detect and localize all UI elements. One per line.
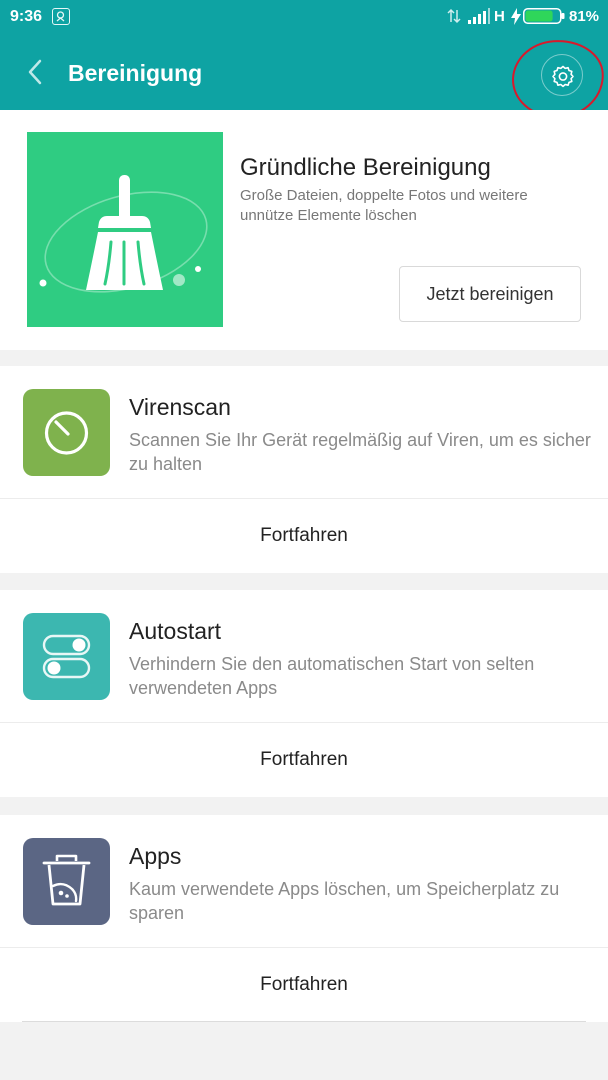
status-time: 9:36 xyxy=(10,8,43,25)
notification-icon xyxy=(52,8,70,25)
deep-cleanup-section: Gründliche Bereinigung Große Dateien, do… xyxy=(0,110,608,350)
autostart-continue-button[interactable]: Fortfahren xyxy=(0,723,608,797)
back-icon xyxy=(28,59,42,85)
virus-scan-icon-tile xyxy=(23,389,110,476)
virus-scan-continue-button[interactable]: Fortfahren xyxy=(0,499,608,573)
autostart-icon-tile xyxy=(23,613,110,700)
apps-icon-tile xyxy=(23,838,110,925)
signal-icon xyxy=(468,8,490,24)
virus-scan-description: Scannen Sie Ihr Gerät regelmäßig auf Vir… xyxy=(129,430,591,474)
app-bar: Bereinigung xyxy=(0,34,608,110)
battery-percent: 81% xyxy=(569,8,600,25)
autostart-description: Verhindern Sie den automatischen Start v… xyxy=(129,654,535,698)
deep-cleanup-title: Gründliche Bereinigung xyxy=(240,154,491,181)
virus-scan-icon xyxy=(44,411,89,455)
divider xyxy=(22,1021,586,1022)
clean-now-button[interactable]: Jetzt bereinigen xyxy=(399,266,581,322)
apps-description: Kaum verwendete Apps löschen, um Speiche… xyxy=(129,879,560,923)
virus-scan-card: Virenscan Scannen Sie Ihr Gerät regelmäß… xyxy=(0,366,608,573)
trash-bin-icon xyxy=(42,854,91,906)
settings-icon xyxy=(552,65,574,88)
network-type: H xyxy=(494,8,505,25)
data-transfer-icon xyxy=(447,8,461,24)
battery-icon xyxy=(523,8,565,24)
apps-continue-button[interactable]: Fortfahren xyxy=(0,948,608,1022)
charging-icon xyxy=(511,8,521,25)
page-title: Bereinigung xyxy=(68,60,203,86)
back-button[interactable] xyxy=(22,56,50,88)
apps-title: Apps xyxy=(129,843,182,869)
status-bar: 9:36 H 81% xyxy=(0,0,608,34)
apps-card: Apps Kaum verwendete Apps löschen, um Sp… xyxy=(0,815,608,1022)
autostart-title: Autostart xyxy=(129,618,222,644)
virus-scan-title: Virenscan xyxy=(129,394,231,420)
toggle-switches-icon xyxy=(42,634,91,679)
broom-illustration xyxy=(27,132,223,327)
broom-icon xyxy=(39,175,208,293)
deep-cleanup-description: Große Dateien, doppelte Fotos und weiter… xyxy=(240,187,528,224)
settings-button[interactable] xyxy=(541,54,583,96)
autostart-card: Autostart Verhindern Sie den automatisch… xyxy=(0,590,608,797)
